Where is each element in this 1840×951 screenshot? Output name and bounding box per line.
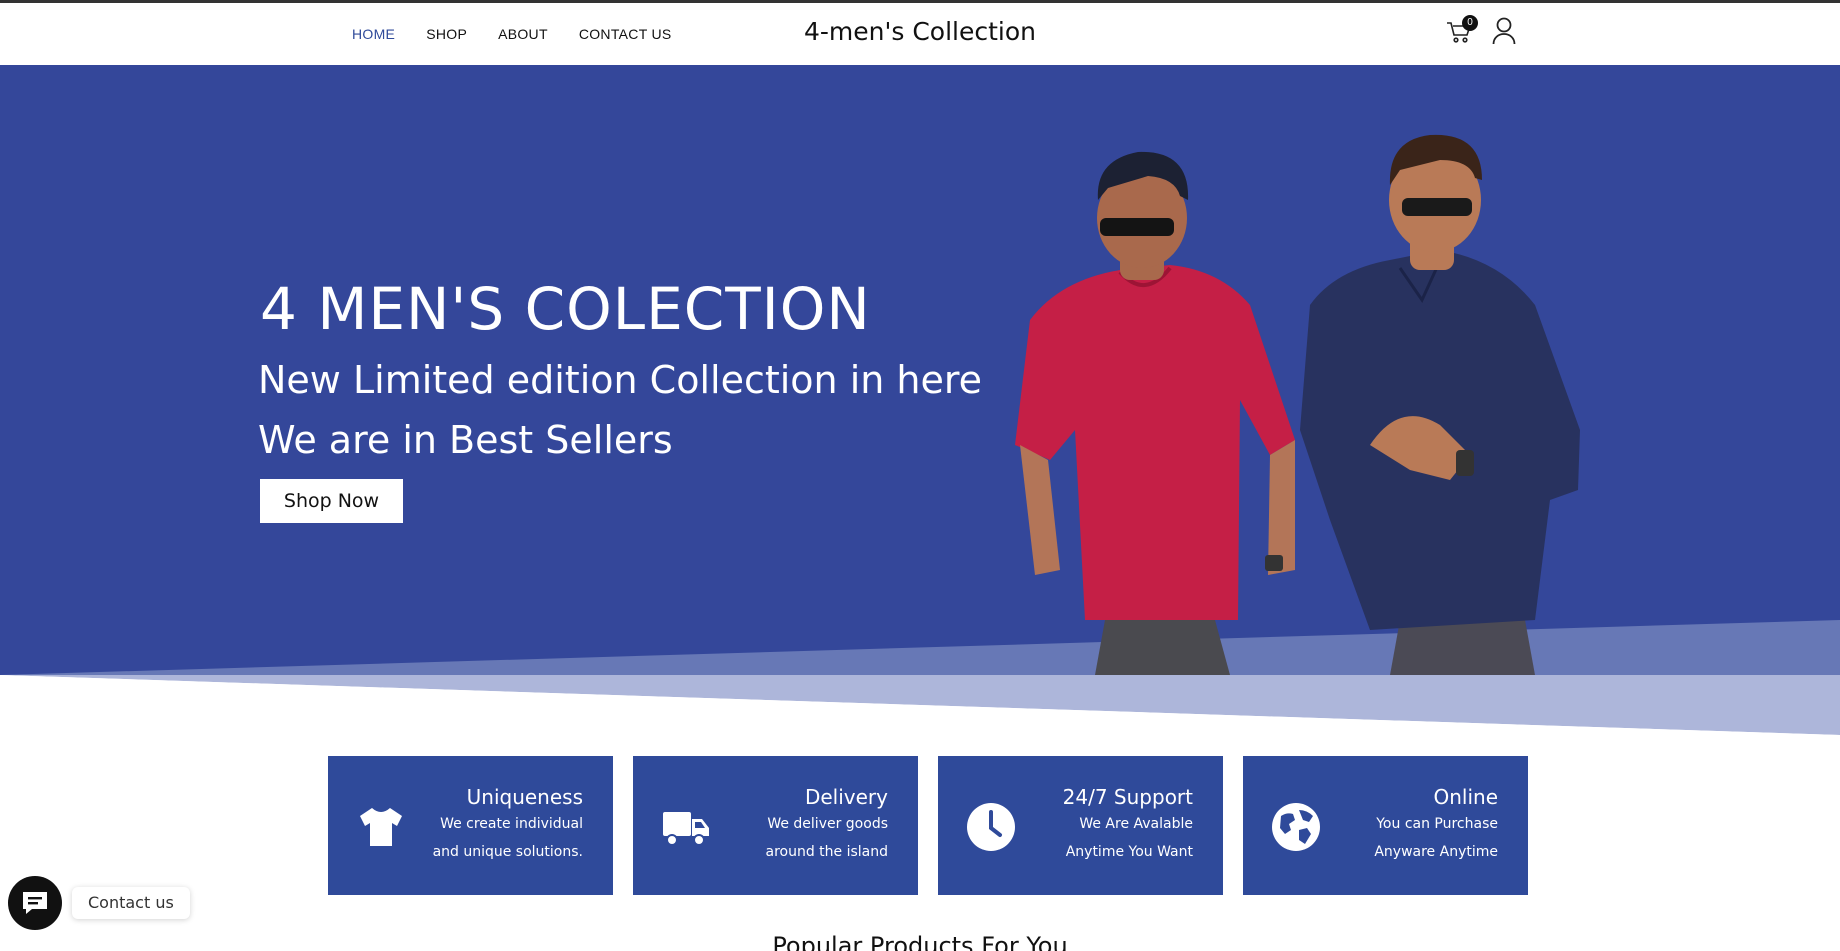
- feature-desc-line2: around the island: [765, 844, 888, 860]
- hero-title: 4 MEN'S COLECTION: [260, 275, 871, 343]
- feature-card-online: Online You can Purchase Anyware Anytime: [1243, 756, 1528, 895]
- hero-banner: 4 MEN'S COLECTION New Limited edition Co…: [0, 65, 1840, 745]
- chat-icon: [23, 892, 47, 914]
- brand-container: 4-men's Collection: [0, 17, 1840, 46]
- account-button[interactable]: [1492, 15, 1518, 45]
- clock-icon: [967, 803, 1015, 851]
- hero-subtitle-1: New Limited edition Collection in here: [258, 358, 983, 402]
- user-icon: [1492, 17, 1516, 45]
- model-right: [1300, 134, 1580, 675]
- cart-button[interactable]: 0: [1446, 15, 1478, 45]
- header-icons: 0: [1446, 15, 1518, 45]
- site-header: HOME SHOP ABOUT CONTACT US 4-men's Colle…: [0, 3, 1840, 65]
- chat-button[interactable]: [8, 876, 62, 930]
- nav-shop[interactable]: SHOP: [426, 26, 467, 42]
- chat-label[interactable]: Contact us: [72, 887, 190, 919]
- tshirt-icon: [360, 808, 402, 846]
- feature-title: Uniqueness: [466, 785, 583, 809]
- truck-icon: [663, 812, 709, 846]
- site-logo-text[interactable]: 4-men's Collection: [804, 17, 1036, 46]
- feature-title: Delivery: [804, 785, 888, 809]
- main-nav: HOME SHOP ABOUT CONTACT US: [352, 3, 672, 65]
- nav-about[interactable]: ABOUT: [498, 26, 548, 42]
- globe-icon: [1272, 803, 1320, 851]
- feature-desc-line1: We Are Avalable: [1079, 816, 1193, 832]
- feature-desc-line1: You can Purchase: [1376, 816, 1498, 832]
- features-row: Uniqueness We create individual and uniq…: [328, 756, 1528, 895]
- cart-count-badge: 0: [1462, 15, 1478, 31]
- feature-desc-line1: We create individual: [440, 816, 583, 832]
- nav-contact-us[interactable]: CONTACT US: [579, 26, 672, 42]
- hero-subtitle-2: We are in Best Sellers: [258, 418, 673, 462]
- model-left: [1015, 151, 1295, 675]
- feature-desc-line2: Anytime You Want: [1065, 844, 1193, 860]
- feature-card-support: 24/7 Support We Are Avalable Anytime You…: [938, 756, 1223, 895]
- section-heading-popular: Popular Products For You: [772, 932, 1068, 951]
- nav-home[interactable]: HOME: [352, 26, 395, 42]
- hero-models-image: [1015, 134, 1580, 675]
- feature-desc-line2: Anyware Anytime: [1374, 844, 1498, 860]
- feature-card-delivery: Delivery We deliver goods around the isl…: [633, 756, 918, 895]
- feature-title: Online: [1433, 785, 1498, 809]
- feature-desc-line1: We deliver goods: [767, 816, 888, 832]
- feature-title: 24/7 Support: [1062, 785, 1193, 809]
- shop-now-button[interactable]: Shop Now: [260, 479, 403, 523]
- feature-desc-line2: and unique solutions.: [432, 844, 583, 860]
- feature-card-uniqueness: Uniqueness We create individual and uniq…: [328, 756, 613, 895]
